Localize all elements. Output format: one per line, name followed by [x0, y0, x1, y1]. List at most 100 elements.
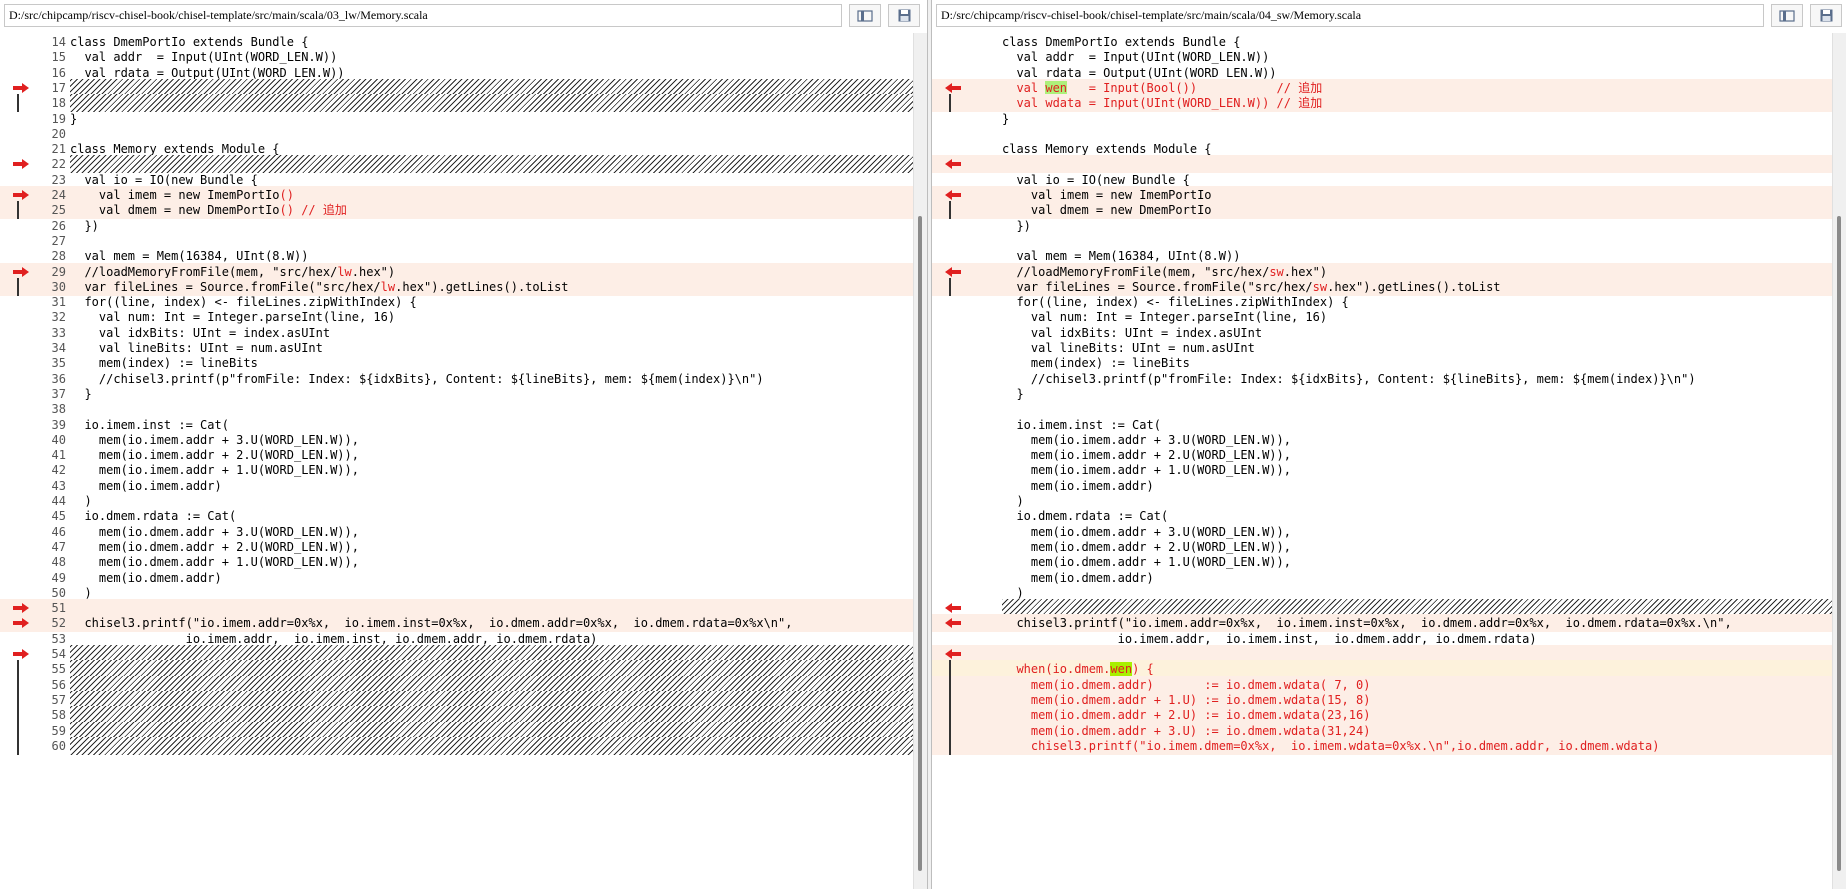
code-segment: mem(io.imem.addr + 2.U(WORD_LEN.W)),: [1002, 448, 1291, 463]
code-segment: mem(io.imem.addr + 1.U(WORD_LEN.W)),: [70, 463, 359, 478]
code-segment: mem(io.imem.addr): [70, 478, 222, 493]
changed-code-segment: lw: [380, 279, 396, 294]
arrow-left-icon[interactable]: [945, 649, 961, 659]
right-scroll-thumb[interactable]: [1837, 216, 1841, 871]
changed-code-segment: (): [279, 188, 294, 202]
left-scrollbar[interactable]: [913, 33, 927, 889]
copy-icon: [1779, 9, 1795, 22]
save-icon: [898, 9, 910, 22]
code-segment: io.imem.addr, io.imem.inst, io.dmem.addr…: [1002, 631, 1537, 646]
right-scrollbar[interactable]: [1832, 33, 1846, 889]
code-segment: //chisel3.printf(p"fromFile: Index: ${id…: [1002, 371, 1696, 386]
right-path-field[interactable]: D:/src/chipcamp/riscv-chisel-book/chisel…: [936, 4, 1764, 27]
changed-code-segment: = Input(Bool()) // 追加: [1067, 80, 1323, 95]
code-segment: mem(io.imem.addr + 2.U(WORD_LEN.W)),: [70, 448, 359, 463]
code-segment: val rdata = Output(UInt(WORD_LEN.W)): [70, 65, 345, 80]
arrow-left-icon[interactable]: [945, 603, 961, 614]
left-scroll-thumb[interactable]: [918, 216, 922, 871]
code-segment: for((line, index) <- fileLines.zipWithIn…: [70, 295, 417, 310]
arrow-left-icon[interactable]: [945, 618, 961, 629]
changed-code-segment: sw: [1269, 264, 1284, 279]
changed-code-segment: when(io.dmem.: [1002, 662, 1111, 677]
save-icon: [1820, 9, 1832, 22]
code-segment: class DmemPortIo extends Bundle {: [70, 35, 309, 49]
arrow-right-icon[interactable]: [13, 190, 29, 200]
code-segment: io.imem.inst := Cat(: [70, 417, 229, 432]
code-segment: val rdata = Output(UInt(WORD_LEN.W)): [1002, 65, 1277, 80]
code-segment: val dmem = new DmemPortIo: [1002, 203, 1212, 218]
code-segment: val addr = Input(UInt(WORD_LEN.W)): [70, 50, 338, 65]
code-line[interactable]: 60: [0, 736, 913, 755]
arrow-left-icon[interactable]: [945, 190, 961, 200]
right-code-view[interactable]: 14class DmemPortIo extends Bundle {15 va…: [932, 33, 1832, 889]
changed-code-segment: mem(io.dmem.addr) := io.dmem.wdata( 7, 0…: [1002, 677, 1371, 692]
arrow-right-icon[interactable]: [13, 82, 29, 93]
code-text: chisel3.printf("io.imem.dmem=0x%x, io.im…: [1002, 737, 1832, 755]
left-pathbar: D:/src/chipcamp/riscv-chisel-book/chisel…: [4, 4, 920, 27]
code-segment: val io = IO(new Bundle {: [70, 172, 258, 187]
code-segment: val addr = Input(UInt(WORD_LEN.W)): [1002, 50, 1270, 65]
code-segment: //chisel3.printf(p"fromFile: Index: ${id…: [70, 371, 764, 386]
left-copy-button[interactable]: [849, 4, 881, 27]
code-segment: .hex").getLines().toList: [395, 279, 569, 294]
code-segment: val num: Int = Integer.parseInt(line, 16…: [1002, 310, 1328, 325]
arrow-right-icon[interactable]: [13, 266, 29, 277]
arrow-left-icon[interactable]: [945, 266, 961, 277]
code-segment: mem(io.dmem.addr): [70, 570, 222, 585]
diff-block-bar: [17, 736, 19, 755]
arrow-left-icon[interactable]: [945, 159, 961, 170]
left-save-button[interactable]: [888, 4, 920, 27]
changed-code-segment: () // 追加: [279, 203, 347, 218]
code-segment: class Memory extends Module {: [1002, 142, 1212, 157]
code-segment: val imem = new ImemPortIo: [1002, 188, 1212, 202]
code-segment: var fileLines = Source.fromFile("src/hex…: [1002, 279, 1313, 294]
code-segment: io.imem.inst := Cat(: [1002, 417, 1161, 432]
code-segment: mem(io.dmem.addr + 1.U(WORD_LEN.W)),: [70, 555, 359, 570]
code-segment: mem(io.dmem.addr): [1002, 570, 1154, 585]
changed-code-segment: mem(io.dmem.addr + 3.U) := io.dmem.wdata…: [1002, 723, 1371, 738]
highlighted-change: wen: [1110, 662, 1133, 677]
code-segment: }: [70, 386, 92, 401]
code-segment: io.imem.addr, io.imem.inst, io.dmem.addr…: [70, 631, 598, 646]
highlighted-change: wen: [1045, 80, 1068, 95]
left-code-view[interactable]: 14 class DmemPortIo extends Bundle {15 va…: [0, 33, 913, 889]
changed-code-segment: lw: [337, 264, 352, 279]
code-segment: chisel3.printf("io.imem.addr=0x%x, io.im…: [70, 616, 793, 631]
code-segment: val lineBits: UInt = num.asUInt: [1002, 341, 1255, 355]
code-segment: val mem = Mem(16384, UInt(8.W)): [1002, 249, 1241, 264]
arrow-left-icon[interactable]: [945, 82, 961, 93]
code-segment: mem(io.imem.addr + 3.U(WORD_LEN.W)),: [70, 432, 359, 447]
right-copy-button[interactable]: [1771, 4, 1803, 27]
code-segment: mem(io.imem.addr + 3.U(WORD_LEN.W)),: [1002, 432, 1291, 447]
code-segment: var fileLines = Source.fromFile("src/hex…: [70, 279, 381, 294]
right-pane: D:/src/chipcamp/riscv-chisel-book/chisel…: [931, 0, 1846, 889]
code-segment: mem(index) := lineBits: [1002, 356, 1190, 371]
code-segment: mem(io.imem.addr + 1.U(WORD_LEN.W)),: [1002, 463, 1291, 478]
diff-gutter: [0, 736, 35, 755]
arrow-right-icon[interactable]: [13, 618, 29, 629]
code-segment: //loadMemoryFromFile(mem, "src/hex/: [1002, 264, 1270, 279]
diff-block-bar: [949, 736, 951, 755]
code-segment: val lineBits: UInt = num.asUInt: [70, 341, 323, 355]
code-segment: ): [70, 585, 92, 600]
code-line[interactable]: 60 chisel3.printf("io.imem.dmem=0x%x, io…: [932, 736, 1832, 755]
diff-gutter: [932, 736, 967, 755]
left-path-field[interactable]: D:/src/chipcamp/riscv-chisel-book/chisel…: [4, 4, 842, 27]
changed-code-segment: mem(io.dmem.addr + 2.U) := io.dmem.wdata…: [1002, 708, 1371, 723]
arrow-right-icon[interactable]: [13, 649, 29, 659]
code-segment: val mem = Mem(16384, UInt(8.W)): [70, 249, 309, 264]
code-segment: for((line, index) <- fileLines.zipWithIn…: [1002, 295, 1349, 310]
code-segment: }: [1002, 111, 1010, 126]
code-segment: val imem = new ImemPortIo: [70, 188, 280, 202]
code-segment: }): [70, 218, 99, 233]
left-pane: D:/src/chipcamp/riscv-chisel-book/chisel…: [0, 0, 928, 889]
code-segment: val io = IO(new Bundle {: [1002, 172, 1190, 187]
right-save-button[interactable]: [1810, 4, 1842, 27]
arrow-right-icon[interactable]: [13, 159, 29, 170]
arrow-right-icon[interactable]: [13, 603, 29, 614]
code-segment: class DmemPortIo extends Bundle {: [1002, 35, 1241, 49]
code-segment: val idxBits: UInt = index.asUInt: [1002, 325, 1263, 340]
code-segment: val num: Int = Integer.parseInt(line, 16…: [70, 310, 396, 325]
code-segment: val dmem = new DmemPortIo: [70, 203, 280, 218]
code-segment: io.dmem.rdata := Cat(: [1002, 509, 1169, 524]
